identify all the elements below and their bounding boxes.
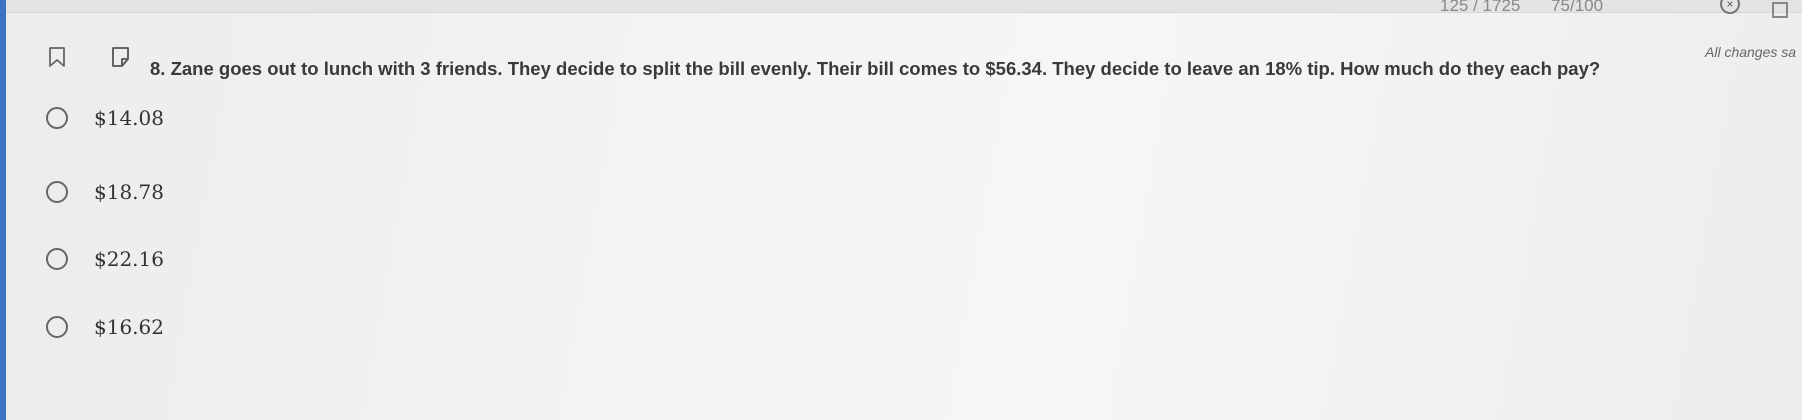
choice-label: $22.16: [94, 247, 164, 271]
radio-button[interactable]: [46, 181, 68, 203]
bookmark-icon[interactable]: [48, 47, 66, 67]
answer-choice-3[interactable]: $22.16: [46, 245, 164, 273]
left-accent-bar: [0, 0, 6, 420]
note-icon[interactable]: [111, 46, 131, 68]
answer-choice-1[interactable]: $14.08: [46, 104, 164, 132]
choice-label: $14.08: [94, 106, 164, 130]
radio-button[interactable]: [46, 248, 68, 270]
save-status: All changes sa: [1705, 44, 1797, 60]
question-text: 8. Zane goes out to lunch with 3 friends…: [150, 58, 1601, 79]
choice-label: $18.78: [94, 180, 164, 204]
answer-choice-2[interactable]: $18.78: [46, 178, 164, 206]
progress-text: 125 / 1725: [1440, 0, 1521, 15]
radio-button[interactable]: [46, 107, 68, 129]
choice-label: $16.62: [94, 315, 164, 339]
top-status: 125 / 1725 75/100: [1440, 0, 1629, 16]
fullscreen-icon[interactable]: [1772, 2, 1788, 18]
radio-button[interactable]: [46, 316, 68, 338]
answer-choice-4[interactable]: $16.62: [46, 313, 164, 341]
score-text: 75/100: [1551, 0, 1604, 15]
